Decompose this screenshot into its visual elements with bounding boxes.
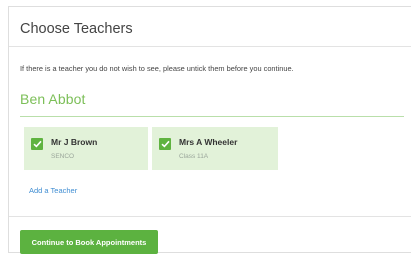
intro-text: If there is a teacher you do not wish to… [20,64,294,73]
teacher-name: Mr J Brown [51,137,98,147]
panel-title: Choose Teachers [9,7,411,47]
teacher-name: Mrs A Wheeler [179,137,238,147]
teacher-role: SENCO [51,153,75,160]
teacher-card-wheeler[interactable]: Mrs A Wheeler Class 11A [152,127,278,170]
choose-teachers-panel: Choose Teachers If there is a teacher yo… [8,6,411,254]
add-teacher-link[interactable]: Add a Teacher [29,186,77,195]
checkbox-checked-icon[interactable] [159,138,171,150]
teacher-role: Class 11A [179,153,209,160]
checkbox-checked-icon[interactable] [31,138,43,150]
teacher-card-brown[interactable]: Mr J Brown SENCO [24,127,148,170]
continue-button[interactable]: Continue to Book Appointments [20,230,158,254]
divider [9,216,411,217]
student-name: Ben Abbot [20,91,404,117]
